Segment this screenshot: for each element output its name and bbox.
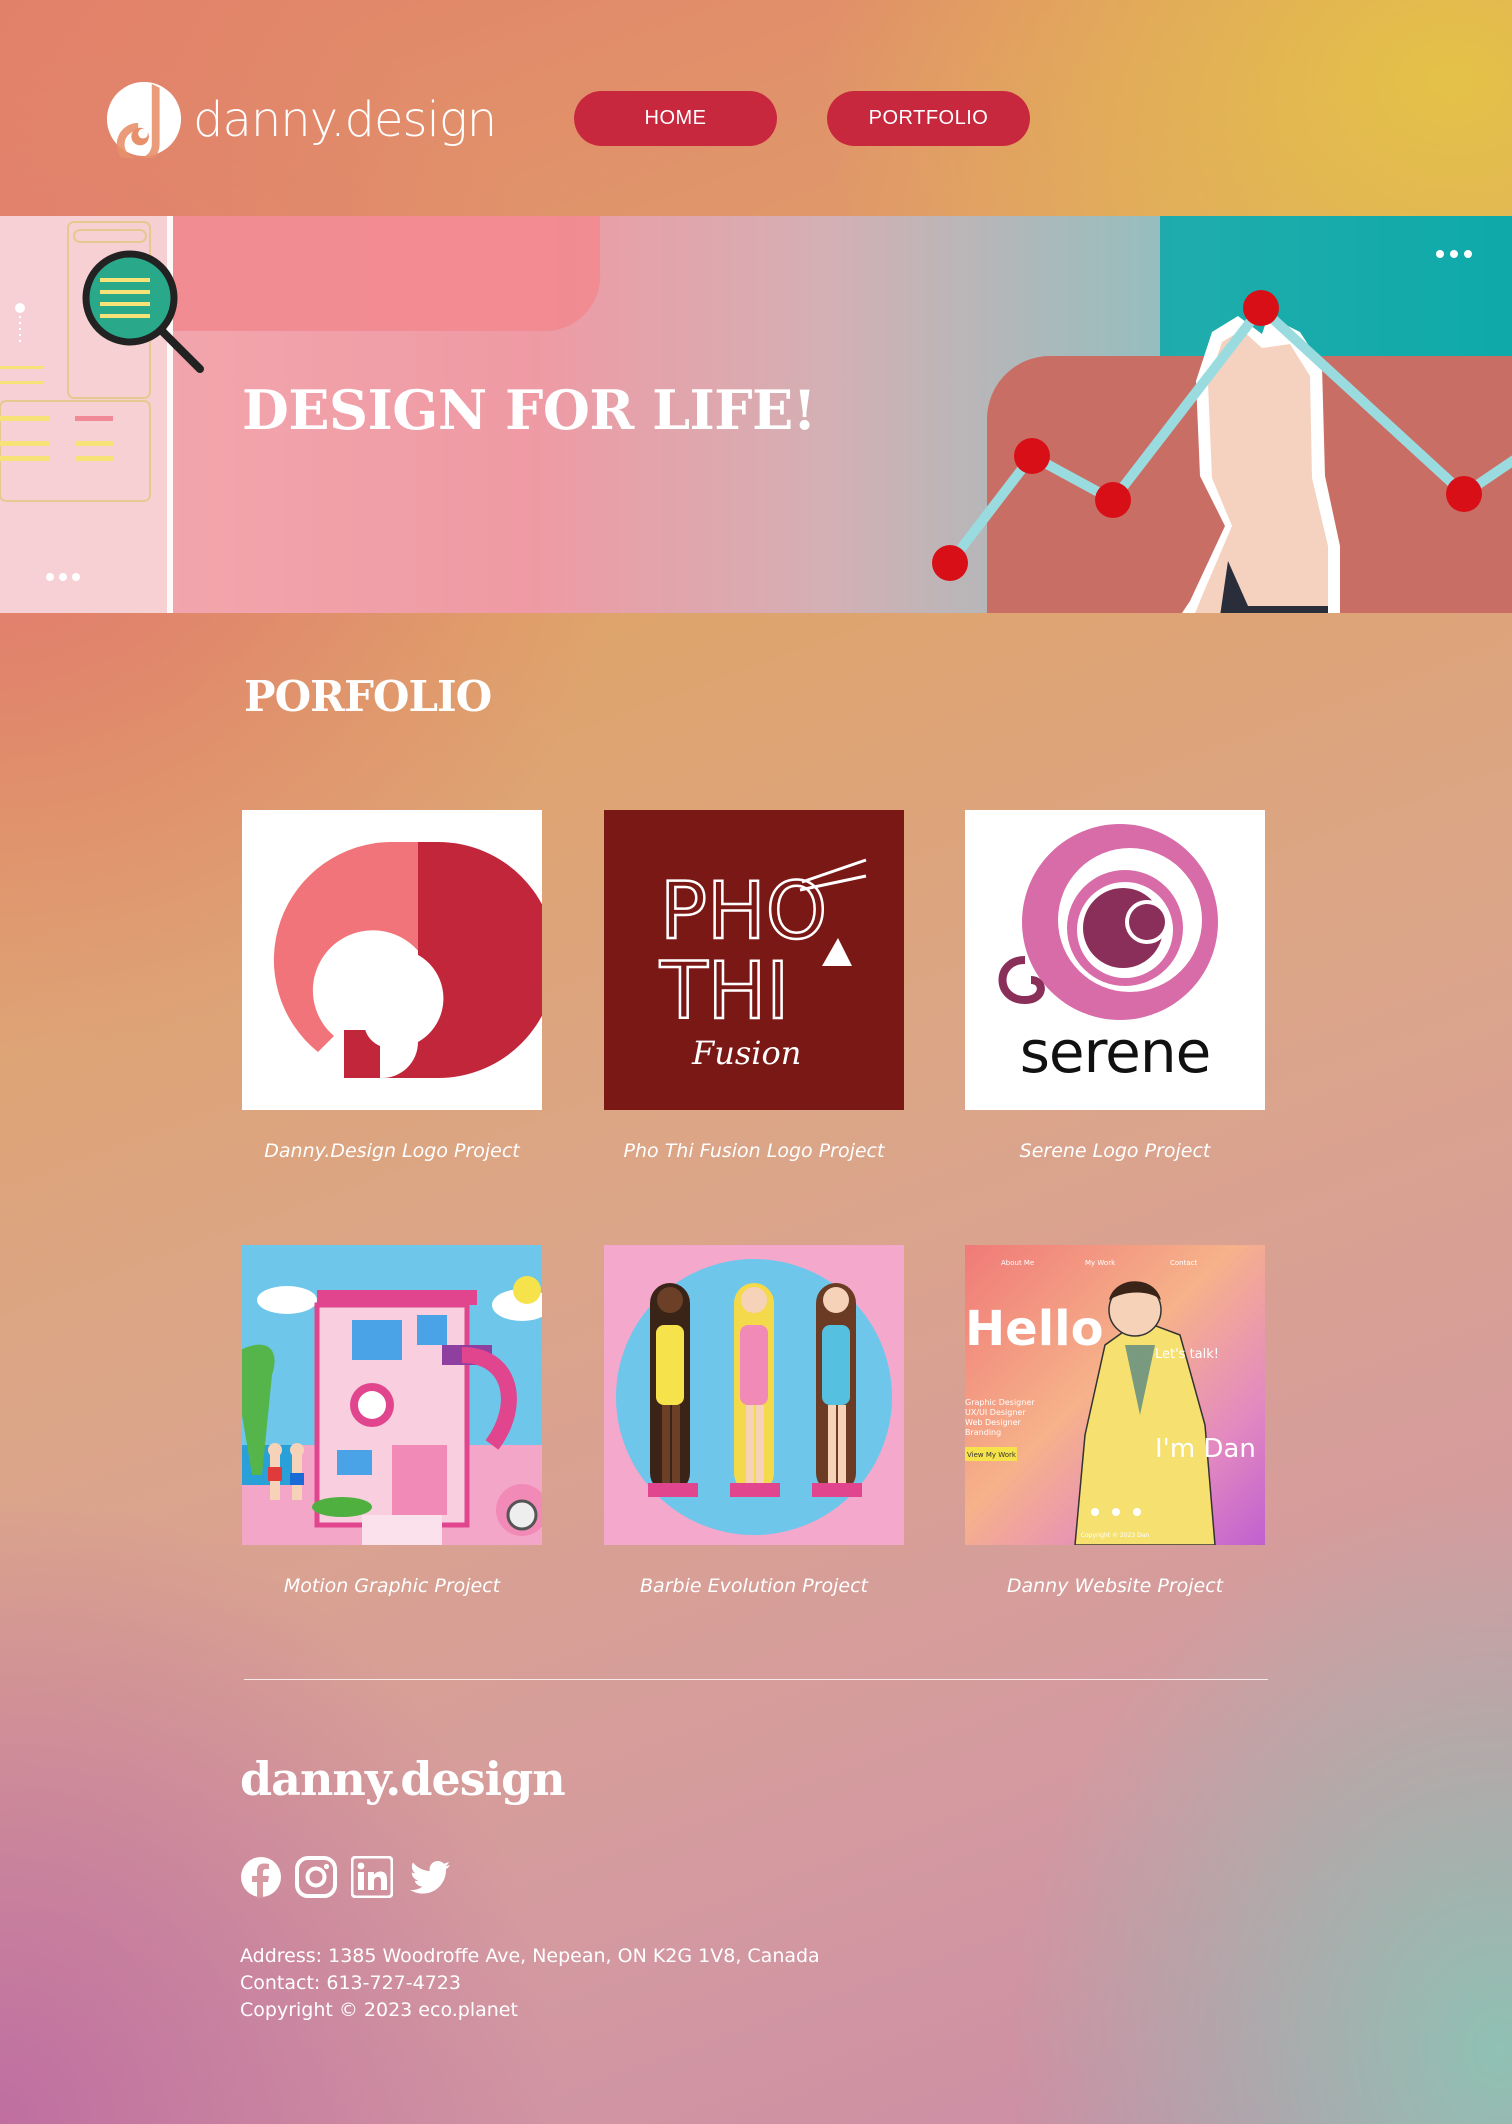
portfolio-card-danny-design[interactable]	[242, 810, 542, 1110]
hero-banner: DESIGN FOR LIFE!	[0, 216, 1512, 613]
portfolio-caption: Motion Graphic Project	[283, 1575, 501, 1597]
danny-design-logo-icon	[242, 810, 542, 1110]
barbie-dolls-illustration-icon	[604, 1245, 904, 1545]
hero-title: DESIGN FOR LIFE!	[242, 378, 817, 442]
footer-divider	[244, 1679, 1268, 1680]
portfolio-title: PORFOLIO	[244, 672, 492, 721]
portfolio-card-barbie-evolution[interactable]	[604, 1245, 904, 1545]
site-logo[interactable]: danny.design	[105, 80, 505, 160]
twitter-icon[interactable]	[410, 1856, 452, 1898]
site-header: danny.design HOME PORTFOLIO	[0, 0, 1512, 216]
web-nav-contact: Contact	[1170, 1259, 1197, 1267]
portfolio-card-motion-graphic[interactable]	[242, 1245, 542, 1545]
web-hello: Hello	[965, 1301, 1104, 1357]
footer-brand: danny.design	[240, 1752, 566, 1806]
instagram-icon[interactable]	[295, 1856, 337, 1898]
danny-design-logo-icon	[106, 81, 182, 158]
portfolio-caption: Danny Website Project	[1006, 1575, 1224, 1597]
facebook-icon[interactable]	[240, 1856, 282, 1898]
web-lets-talk: Let's talk!	[1155, 1347, 1219, 1362]
serene-logo-icon: serene	[965, 810, 1265, 1110]
portfolio-card-pho-thi[interactable]: PHO THI Fusion	[604, 810, 904, 1110]
nav-portfolio-button[interactable]: PORTFOLIO	[827, 91, 1030, 146]
linkedin-icon[interactable]	[351, 1856, 393, 1898]
pho-thi-fusion-logo-icon: PHO THI Fusion	[604, 810, 904, 1110]
footer-contact: Contact: 613-727-4723	[240, 1972, 461, 1994]
web-copyright: Copyright © 2023 Dan	[1081, 1532, 1150, 1539]
footer-copyright: Copyright © 2023 eco.planet	[240, 1999, 518, 2021]
portfolio-caption: Serene Logo Project	[1019, 1140, 1211, 1162]
portfolio-card-danny-website[interactable]: About Me My Work Contact Hello Let's tal…	[965, 1245, 1265, 1545]
logo-text: danny.design	[193, 92, 497, 148]
barbie-house-illustration-icon	[242, 1245, 542, 1545]
fusion-text: Fusion	[691, 1034, 801, 1072]
footer-address: Address: 1385 Woodroffe Ave, Nepean, ON …	[240, 1945, 820, 1967]
web-view-button: View My Work	[967, 1451, 1017, 1459]
portfolio-card-serene[interactable]: serene	[965, 810, 1265, 1110]
web-nav-work: My Work	[1085, 1259, 1116, 1267]
thi-text: THI	[659, 947, 789, 1037]
web-role: Web Designer	[965, 1418, 1022, 1427]
web-role: Branding	[965, 1428, 1001, 1437]
web-nav-about: About Me	[1001, 1259, 1034, 1267]
web-role: Graphic Designer	[965, 1398, 1035, 1407]
web-im-dan: I'm Dan	[1155, 1434, 1256, 1464]
portfolio-caption: Pho Thi Fusion Logo Project	[623, 1140, 885, 1162]
serene-text: serene	[1020, 1018, 1211, 1086]
portfolio-caption: Danny.Design Logo Project	[264, 1140, 520, 1162]
nav-home-button[interactable]: HOME	[574, 91, 777, 146]
web-role: UX/UI Designer	[965, 1408, 1026, 1417]
website-preview-icon: About Me My Work Contact Hello Let's tal…	[965, 1245, 1265, 1545]
portfolio-caption: Barbie Evolution Project	[640, 1575, 868, 1597]
